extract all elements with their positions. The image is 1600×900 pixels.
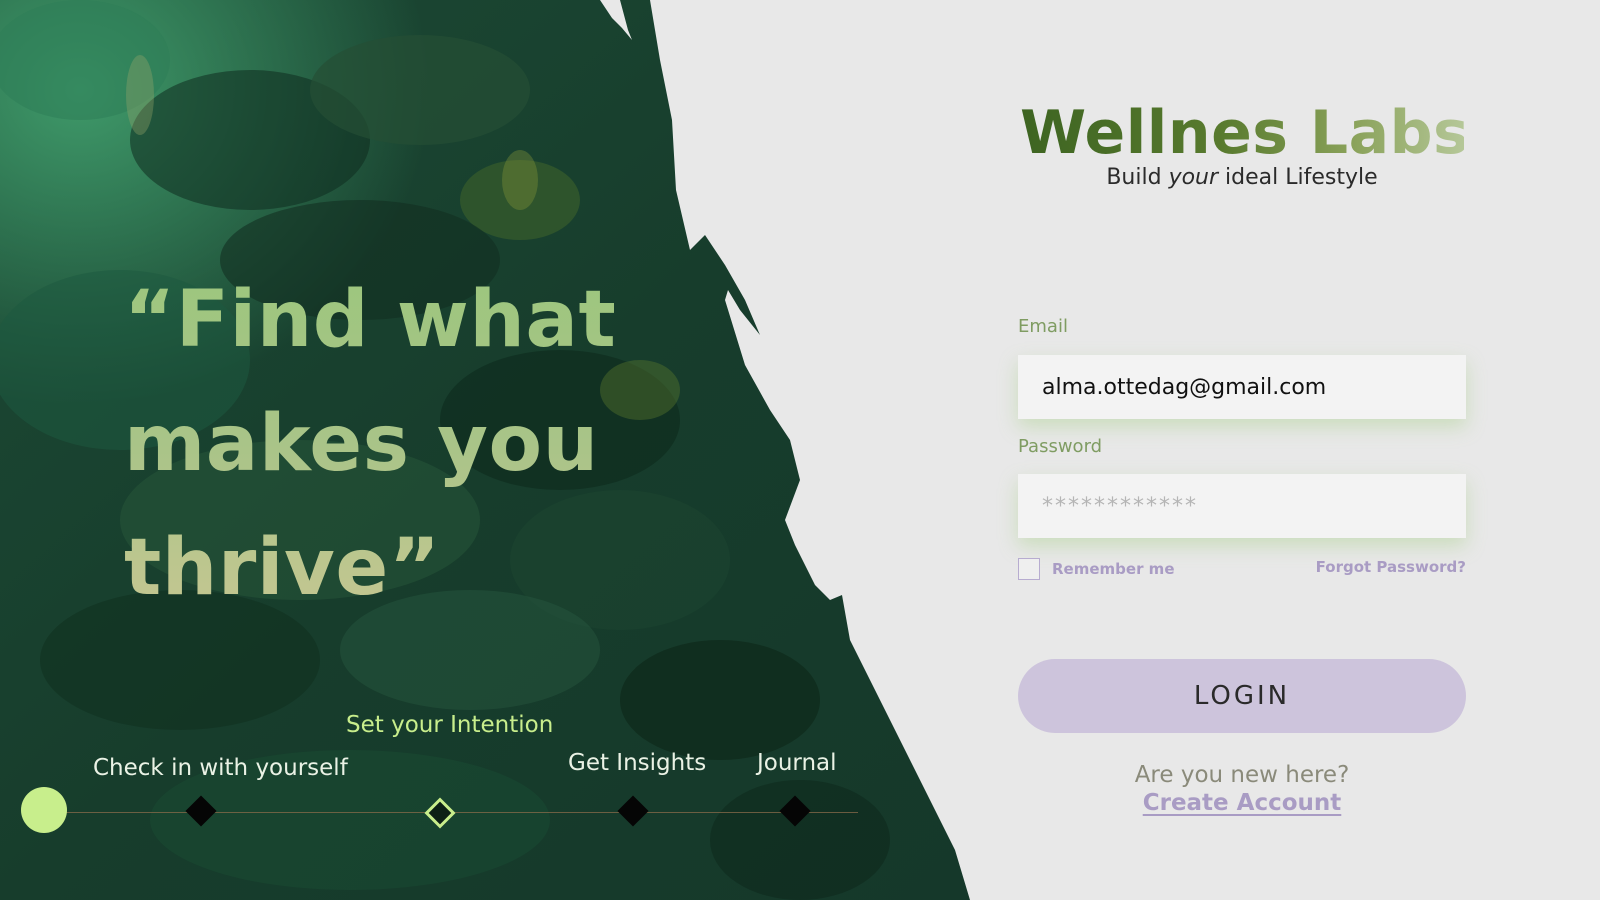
remember-me-label[interactable]: Remember me — [1052, 560, 1175, 578]
brand-tagline-end: ideal Lifestyle — [1218, 165, 1378, 190]
forgot-password-link[interactable]: Forgot Password? — [1316, 558, 1466, 576]
password-field[interactable]: ************ — [1018, 474, 1466, 538]
hero-panel: “Find what makes you thrive” Check in wi… — [0, 0, 1000, 900]
login-button[interactable]: LOGIN — [1018, 659, 1466, 733]
timeline-start-dot[interactable] — [21, 787, 67, 833]
password-label: Password — [1018, 436, 1103, 457]
timeline-step-4-label[interactable]: Journal — [757, 750, 837, 776]
create-account-link[interactable]: Create Account — [1018, 790, 1466, 816]
hero-quote-line-1: “Find what — [124, 275, 617, 365]
login-page: “Find what makes you thrive” Check in wi… — [0, 0, 1600, 900]
brand-tagline-start: Build — [1106, 165, 1169, 190]
timeline-step-2-label[interactable]: Set your Intention — [346, 712, 553, 738]
email-label: Email — [1018, 316, 1068, 337]
remember-me-control[interactable]: Remember me — [1018, 558, 1175, 580]
remember-me-checkbox[interactable] — [1018, 558, 1040, 580]
email-field[interactable]: alma.ottedag@gmail.com — [1018, 355, 1466, 419]
timeline-step-3-label[interactable]: Get Insights — [568, 750, 706, 776]
brand-block: Wellnes Labs Build your ideal Lifestyle — [1020, 95, 1469, 190]
hero-quote-line-3: thrive” — [124, 523, 441, 613]
hero-quote-line-2: makes you — [124, 399, 599, 489]
hero-quote: “Find what makes you thrive” — [124, 258, 616, 630]
brand-tagline-emphasis: your — [1168, 165, 1219, 190]
timeline-step-1-label[interactable]: Check in with yourself — [93, 755, 348, 781]
new-here-text: Are you new here? — [1134, 762, 1350, 788]
brand-logo-title: Wellnes Labs — [1020, 95, 1469, 171]
